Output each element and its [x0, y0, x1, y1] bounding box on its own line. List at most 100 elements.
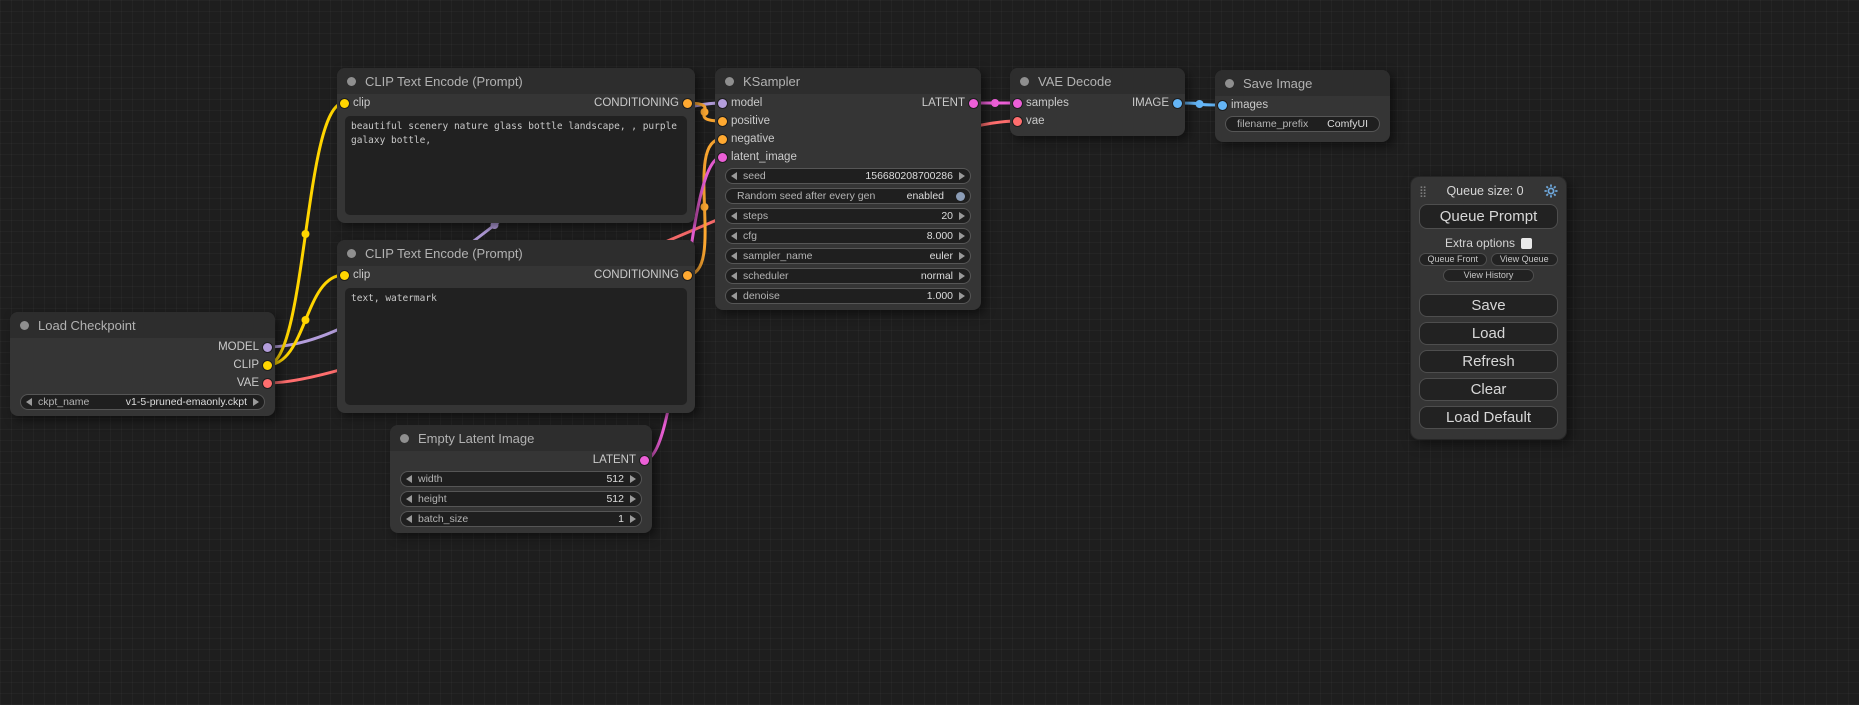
widget-name: seed: [743, 170, 766, 182]
vae-input-port[interactable]: [1013, 117, 1022, 126]
arrow-right-icon[interactable]: [959, 252, 965, 260]
collapse-dot[interactable]: [400, 434, 409, 443]
node-title-bar: KSampler: [715, 68, 981, 94]
widget-ckpt-name[interactable]: ckpt_name v1-5-pruned-emaonly.ckpt: [20, 394, 265, 410]
model-input-port[interactable]: [718, 99, 727, 108]
widget-denoise[interactable]: denoise 1.000: [725, 288, 971, 304]
widget-value: enabled: [907, 190, 944, 202]
input-slot-label: negative: [731, 133, 774, 145]
conditioning-output-port[interactable]: [683, 271, 692, 280]
widget-name: denoise: [743, 290, 780, 302]
refresh-button[interactable]: Refresh: [1419, 350, 1558, 373]
widget-filename-prefix[interactable]: filename_prefix ComfyUI: [1225, 116, 1380, 132]
queue-front-button[interactable]: Queue Front: [1419, 253, 1487, 266]
node-clip-text-encode-positive[interactable]: CLIP Text Encode (Prompt) clip CONDITION…: [337, 68, 695, 223]
arrow-right-icon[interactable]: [959, 272, 965, 280]
arrow-right-icon[interactable]: [959, 212, 965, 220]
positive-input-port[interactable]: [718, 117, 727, 126]
widget-seed[interactable]: seed 156680208700286: [725, 168, 971, 184]
arrow-right-icon[interactable]: [253, 398, 259, 406]
latent-output-port[interactable]: [969, 99, 978, 108]
wire-midpoint-dot: [701, 203, 709, 211]
slot-row: model LATENT: [715, 94, 981, 112]
collapse-dot[interactable]: [1020, 77, 1029, 86]
slot-row: vae: [1010, 112, 1185, 130]
widget-random-seed-toggle[interactable]: Random seed after every gen enabled: [725, 188, 971, 204]
widget-height[interactable]: height 512: [400, 491, 642, 507]
slot-row: VAE: [10, 374, 275, 392]
arrow-left-icon[interactable]: [731, 212, 737, 220]
latent-output-port[interactable]: [640, 456, 649, 465]
collapse-dot[interactable]: [347, 249, 356, 258]
clip-output-port[interactable]: [263, 361, 272, 370]
node-graph-canvas[interactable]: Load Checkpoint MODEL CLIP VAE ckpt_name…: [0, 0, 1859, 705]
images-input-port[interactable]: [1218, 101, 1227, 110]
arrow-left-icon[interactable]: [406, 475, 412, 483]
settings-gear-icon[interactable]: [1543, 184, 1558, 199]
output-slot-label: CONDITIONING: [594, 269, 679, 281]
arrow-right-icon[interactable]: [959, 232, 965, 240]
node-empty-latent-image[interactable]: Empty Latent Image LATENT width 512 heig…: [390, 425, 652, 533]
node-ksampler[interactable]: KSampler model LATENT positive negative …: [715, 68, 981, 310]
widget-steps[interactable]: steps 20: [725, 208, 971, 224]
arrow-left-icon[interactable]: [731, 232, 737, 240]
model-output-port[interactable]: [263, 343, 272, 352]
negative-input-port[interactable]: [718, 135, 727, 144]
vae-output-port[interactable]: [263, 379, 272, 388]
load-default-button[interactable]: Load Default: [1419, 406, 1558, 429]
arrow-left-icon[interactable]: [731, 172, 737, 180]
node-clip-text-encode-negative[interactable]: CLIP Text Encode (Prompt) clip CONDITION…: [337, 240, 695, 413]
widget-name: scheduler: [743, 270, 789, 282]
widget-cfg[interactable]: cfg 8.000: [725, 228, 971, 244]
queue-prompt-button[interactable]: Queue Prompt: [1419, 204, 1558, 229]
conditioning-output-port[interactable]: [683, 99, 692, 108]
slot-row: clip CONDITIONING: [337, 266, 695, 284]
drag-handle-icon[interactable]: ⣿: [1419, 185, 1427, 198]
wire-midpoint-dot: [302, 316, 310, 324]
node-title-bar: Save Image: [1215, 70, 1390, 96]
arrow-right-icon[interactable]: [959, 172, 965, 180]
view-queue-button[interactable]: View Queue: [1491, 253, 1559, 266]
arrow-right-icon[interactable]: [630, 475, 636, 483]
image-output-port[interactable]: [1173, 99, 1182, 108]
extra-options-row: Extra options: [1419, 236, 1558, 250]
node-load-checkpoint[interactable]: Load Checkpoint MODEL CLIP VAE ckpt_name…: [10, 312, 275, 416]
clip-input-port[interactable]: [340, 99, 349, 108]
collapse-dot[interactable]: [20, 321, 29, 330]
collapse-dot[interactable]: [347, 77, 356, 86]
collapse-dot[interactable]: [725, 77, 734, 86]
arrow-right-icon[interactable]: [630, 515, 636, 523]
prompt-textarea[interactable]: text, watermark: [345, 288, 687, 405]
arrow-left-icon[interactable]: [731, 292, 737, 300]
node-save-image[interactable]: Save Image images filename_prefix ComfyU…: [1215, 70, 1390, 142]
widget-width[interactable]: width 512: [400, 471, 642, 487]
samples-input-port[interactable]: [1013, 99, 1022, 108]
node-title: Empty Latent Image: [418, 431, 534, 446]
prompt-textarea[interactable]: beautiful scenery nature glass bottle la…: [345, 116, 687, 215]
node-vae-decode[interactable]: VAE Decode samples IMAGE vae: [1010, 68, 1185, 136]
clear-button[interactable]: Clear: [1419, 378, 1558, 401]
arrow-right-icon[interactable]: [959, 292, 965, 300]
arrow-right-icon[interactable]: [630, 495, 636, 503]
arrow-left-icon[interactable]: [26, 398, 32, 406]
collapse-dot[interactable]: [1225, 79, 1234, 88]
arrow-left-icon[interactable]: [406, 495, 412, 503]
arrow-left-icon[interactable]: [731, 272, 737, 280]
widget-sampler-name[interactable]: sampler_name euler: [725, 248, 971, 264]
widget-batch-size[interactable]: batch_size 1: [400, 511, 642, 527]
widget-scheduler[interactable]: scheduler normal: [725, 268, 971, 284]
toggle-indicator-icon[interactable]: [956, 192, 965, 201]
arrow-left-icon[interactable]: [731, 252, 737, 260]
queue-menu-panel: ⣿ Queue size: 0 Queue Prompt Extra optio…: [1410, 176, 1567, 440]
slot-row: images: [1215, 96, 1390, 114]
output-slot-label: LATENT: [593, 454, 636, 466]
latent-image-input-port[interactable]: [718, 153, 727, 162]
output-slot-label: MODEL: [218, 341, 259, 353]
extra-options-checkbox[interactable]: [1521, 238, 1532, 249]
load-button[interactable]: Load: [1419, 322, 1558, 345]
view-history-button[interactable]: View History: [1443, 269, 1535, 282]
arrow-left-icon[interactable]: [406, 515, 412, 523]
clip-input-port[interactable]: [340, 271, 349, 280]
node-title-bar: Load Checkpoint: [10, 312, 275, 338]
save-button[interactable]: Save: [1419, 294, 1558, 317]
